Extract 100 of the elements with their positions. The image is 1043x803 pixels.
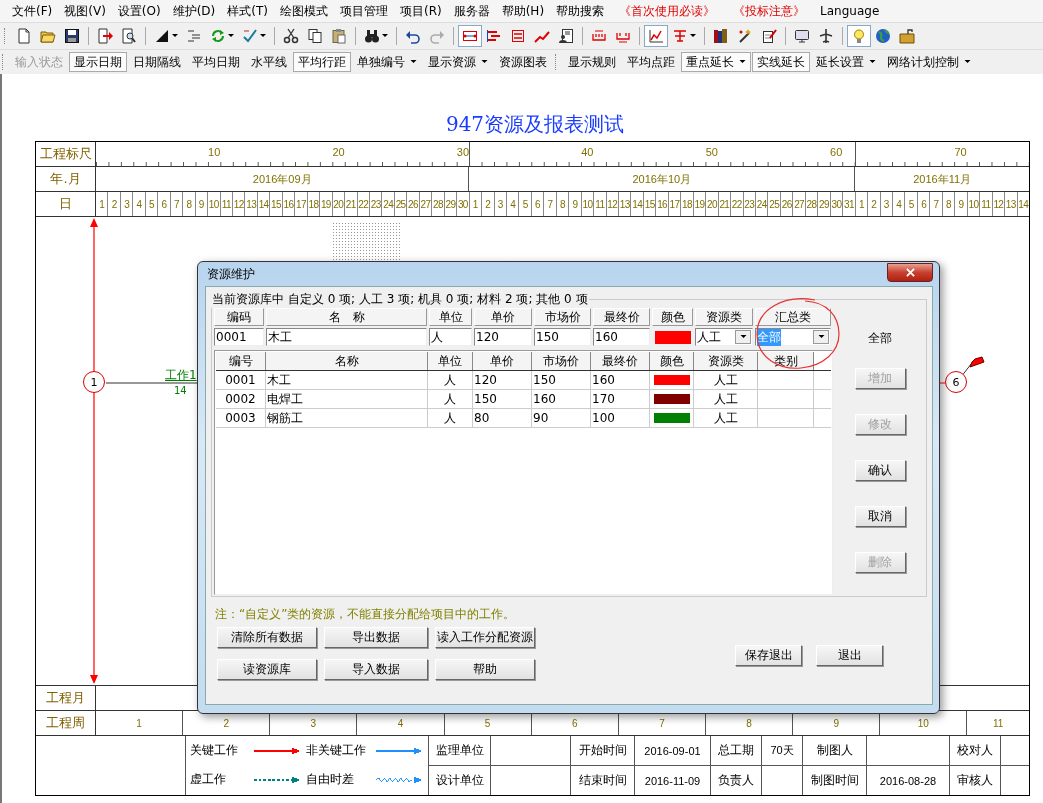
action-button[interactable]: 保存退出 — [735, 645, 802, 666]
table-cell: 170 — [591, 390, 650, 408]
input-field[interactable]: 160 — [593, 328, 650, 346]
column-header: 最终价 — [591, 352, 650, 370]
day-cell-text: 14 — [1017, 197, 1029, 212]
input-field[interactable]: 120 — [474, 328, 532, 346]
copy-icon — [307, 28, 323, 44]
action-button[interactable]: 读资源库 — [217, 659, 317, 680]
toolbar-button[interactable]: 日期隔线 — [128, 52, 186, 72]
action-button[interactable]: 导入数据 — [324, 659, 428, 680]
chart-title: 947资源及报表测试 — [444, 111, 626, 138]
toolbar-button[interactable]: 资源图表 — [494, 52, 552, 72]
table-cell: 160 — [532, 390, 591, 408]
info-value: 2016-09-01 — [635, 736, 710, 765]
toolbar-button[interactable]: 重点延长 — [681, 52, 751, 72]
info-label: 制图时间 — [803, 766, 866, 795]
menu-item[interactable]: 设置(O) — [111, 2, 167, 20]
refresh-icon — [210, 28, 226, 44]
input-field[interactable]: 0001 — [214, 328, 264, 346]
info-label: 总工期 — [711, 736, 761, 765]
caret-icon — [739, 335, 747, 339]
toolbar-button[interactable]: 平均点距 — [622, 52, 680, 72]
books-icon — [713, 28, 729, 44]
menu-item[interactable]: 项目(R) — [393, 2, 448, 20]
day-cell: 4 — [133, 192, 146, 216]
table-cell: 人 — [428, 409, 473, 427]
action-button[interactable]: 读入工作分配资源 — [435, 627, 535, 648]
action-button[interactable]: 帮助 — [435, 659, 535, 680]
day-cell: 7 — [170, 192, 184, 216]
toolbar-button[interactable]: 实线延长 — [752, 52, 810, 72]
dropdown-field[interactable]: 人工 — [695, 328, 753, 346]
caret-icon — [869, 60, 876, 64]
toolbar-button[interactable]: 显示资源 — [423, 52, 493, 72]
side-button[interactable]: 取消 — [854, 506, 906, 527]
legend-label: 自由时差 — [306, 771, 355, 788]
close-button[interactable] — [887, 262, 933, 282]
node-circle[interactable]: 6 — [945, 371, 967, 393]
network-icon — [462, 28, 478, 44]
day-cell: 29 — [444, 192, 458, 216]
input-field[interactable]: 150 — [534, 328, 591, 346]
menu-item[interactable]: 样式(T) — [221, 2, 274, 20]
action-button[interactable]: 退出 — [816, 645, 883, 666]
table-cell: 电焊工 — [266, 390, 428, 408]
toolbar-button[interactable]: 水平线 — [246, 52, 292, 72]
menu-item[interactable]: 《投标注意》 — [724, 2, 815, 20]
day-cell: 27 — [793, 192, 806, 216]
menu-item[interactable]: 视图(V) — [58, 2, 112, 20]
day-cell: 21 — [345, 192, 358, 216]
table-cell: 80 — [473, 409, 532, 427]
action-button[interactable]: 清除所有数据 — [217, 627, 317, 648]
info-value: 70天 — [762, 736, 802, 765]
toolbar-button[interactable]: 延长设置 — [811, 52, 881, 72]
toolbar-button[interactable]: 平均日期 — [187, 52, 245, 72]
day-cell: 8 — [183, 192, 196, 216]
menu-item[interactable]: 项目管理 — [333, 2, 394, 20]
day-cell: 4 — [893, 192, 906, 216]
toolbar-button[interactable]: 平均行距 — [293, 52, 351, 72]
cut-icon — [283, 28, 299, 44]
day-cell: 2 — [108, 192, 121, 216]
side-button[interactable]: 确认 — [854, 460, 906, 481]
column-header: 名 称 — [266, 308, 427, 326]
menu-item[interactable]: 服务器 — [447, 2, 496, 20]
day-cell: 15 — [643, 192, 657, 216]
color-swatch[interactable] — [654, 330, 691, 344]
table-row[interactable]: 0001 木工 人 120 150 160 人工 — [216, 371, 831, 390]
day-cell: 24 — [382, 192, 395, 216]
toolbar-button[interactable]: 显示规则 — [563, 52, 621, 72]
table-row[interactable]: 0003 钢筋工 人 80 90 100 人工 — [216, 409, 831, 428]
table-cell: 100 — [591, 409, 650, 427]
week-cell-text: 11 — [991, 716, 1005, 731]
menu-item[interactable]: 维护(D) — [166, 2, 222, 20]
node-circle[interactable]: 1 — [83, 371, 105, 393]
action-button[interactable]: 导出数据 — [324, 627, 428, 648]
menu-item[interactable]: 文件(F) — [6, 2, 59, 20]
day-cell: 26 — [407, 192, 420, 216]
table-cell: 0001 — [216, 371, 266, 389]
toolbar-button[interactable]: 显示日期 — [69, 52, 127, 72]
legend-label: 非关键工作 — [306, 742, 367, 759]
menu-item[interactable]: 帮助(H) — [495, 2, 551, 20]
scale-number: 70 — [954, 146, 967, 158]
toolbar-button[interactable]: 单独编号 — [352, 52, 422, 72]
note-text: 注：“自定义”类的资源，不能直接分配给项目中的工作。 — [215, 606, 517, 623]
table-cell: 人工 — [694, 371, 758, 389]
menu-item[interactable]: 绘图模式 — [273, 2, 334, 20]
legend-label: 关键工作 — [190, 742, 239, 759]
info-label: 制图人 — [803, 736, 866, 765]
day-cell: 13 — [1005, 192, 1018, 216]
save-icon — [64, 28, 80, 44]
input-field[interactable]: 木工 — [266, 328, 427, 346]
table-cell — [1001, 766, 1029, 795]
column-header: 颜色 — [652, 308, 693, 326]
input-field[interactable]: 人 — [429, 328, 472, 346]
menu-item[interactable]: Language — [814, 4, 886, 18]
caret-icon — [817, 335, 825, 339]
toolbar-button[interactable]: 网络计划控制 — [882, 52, 976, 72]
table-row[interactable]: 0002 电焊工 人 150 160 170 人工 — [216, 390, 831, 409]
menu-item[interactable]: 帮助搜索 — [550, 2, 611, 20]
menu-item[interactable]: 《首次使用必读》 — [610, 2, 725, 20]
day-cell: 25 — [768, 192, 781, 216]
table-cell: 人 — [428, 390, 473, 408]
